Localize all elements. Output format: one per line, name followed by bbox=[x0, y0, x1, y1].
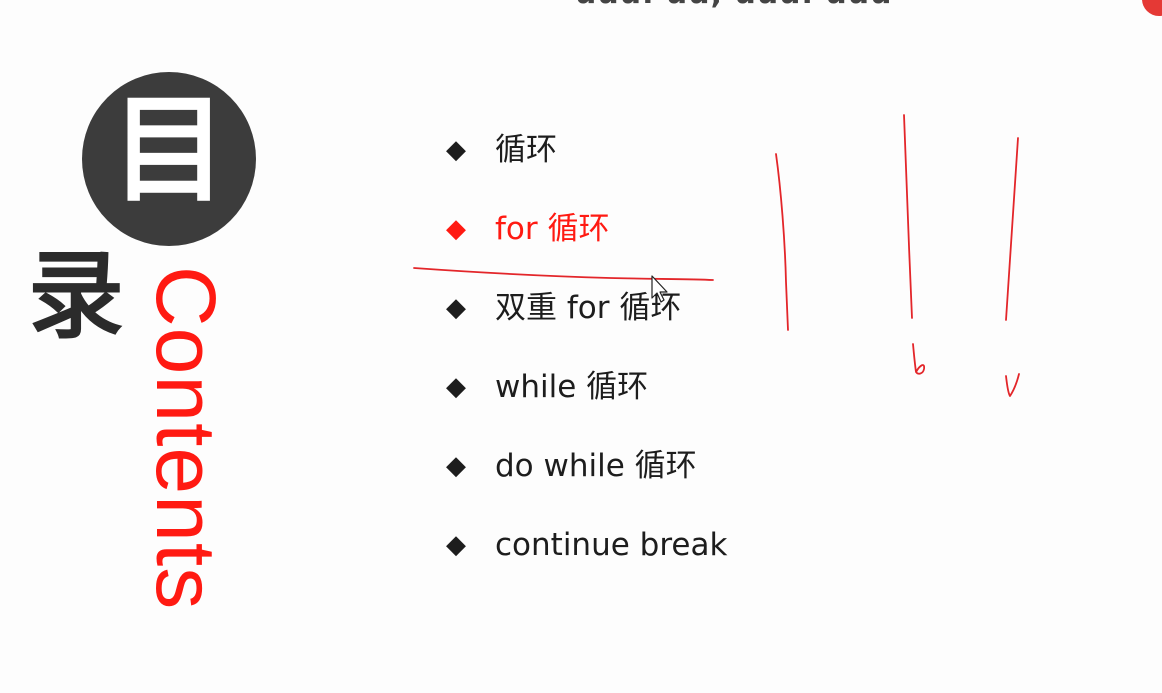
vertical-stroke-3 bbox=[1005, 137, 1019, 321]
toc-item-loops: ◆ 循环 bbox=[446, 126, 727, 205]
toc-item-while-loop: ◆ while 循环 bbox=[446, 363, 727, 442]
diamond-bullet-icon: ◆ bbox=[446, 293, 466, 323]
vertical-stroke-1 bbox=[775, 153, 789, 331]
title-circle: 目 bbox=[82, 72, 256, 246]
title-char-mu: 目 bbox=[111, 83, 227, 218]
toc-list: ◆ 循环 ◆ for 循环 ◆ 双重 for 循环 ◆ while 循环 ◆ d… bbox=[446, 126, 727, 600]
slide-top-heading: uuu. uu, uuu. uuu bbox=[575, 0, 892, 11]
contents-vertical-title: Contents bbox=[139, 266, 233, 611]
toc-item-label: while 循环 bbox=[495, 369, 649, 405]
toc-item-continue-break: ◆ continue break bbox=[446, 521, 727, 600]
toc-item-do-while-loop: ◆ do while 循环 bbox=[446, 442, 727, 521]
diamond-bullet-icon: ◆ bbox=[446, 214, 466, 244]
diamond-bullet-icon: ◆ bbox=[446, 530, 466, 560]
toc-item-for-loop: ◆ for 循环 bbox=[446, 205, 727, 284]
toc-item-label: do while 循环 bbox=[495, 448, 697, 484]
letter-v-stroke bbox=[1005, 373, 1020, 397]
title-char-lu: 录 bbox=[28, 240, 124, 352]
letter-b-stroke bbox=[912, 343, 926, 375]
slide: uuu. uu, uuu. uuu 目 录 Contents ◆ 循环 ◆ fo… bbox=[0, 0, 1162, 693]
diamond-bullet-icon: ◆ bbox=[446, 451, 466, 481]
diamond-bullet-icon: ◆ bbox=[446, 135, 466, 165]
toc-item-label: 双重 for 循环 bbox=[495, 290, 682, 326]
diamond-bullet-icon: ◆ bbox=[446, 372, 466, 402]
corner-red-dot bbox=[1142, 0, 1162, 16]
toc-item-label: for 循环 bbox=[495, 211, 610, 247]
toc-item-label: continue break bbox=[495, 527, 728, 563]
vertical-stroke-2 bbox=[903, 114, 913, 319]
toc-item-label: 循环 bbox=[495, 132, 557, 168]
toc-item-nested-for-loop: ◆ 双重 for 循环 bbox=[446, 284, 727, 363]
